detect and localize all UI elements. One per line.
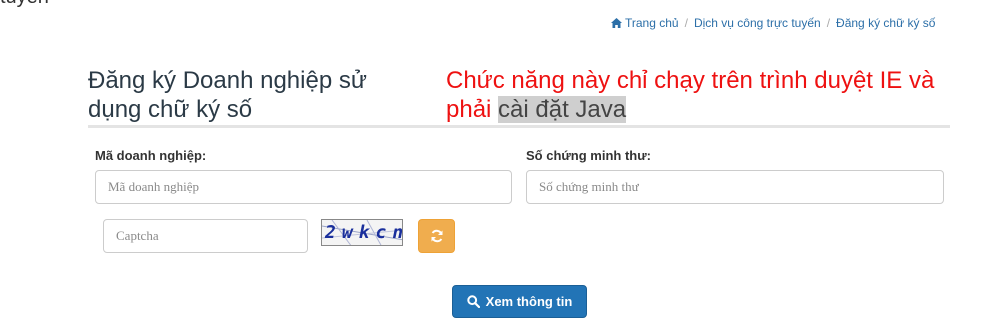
warning-highlight: cài đặt Java <box>498 96 627 123</box>
refresh-icon <box>431 229 442 243</box>
breadcrumb-separator: / <box>684 16 688 30</box>
business-code-label: Mã doanh nghiệp: <box>95 148 207 163</box>
breadcrumb: Trang chủ / Dịch vụ công trực tuyến / Đă… <box>611 16 935 30</box>
view-info-button[interactable]: Xem thông tin <box>452 285 587 318</box>
breadcrumb-services-link[interactable]: Dịch vụ công trực tuyến <box>694 16 821 30</box>
breadcrumb-current-link[interactable]: Đăng ký chữ ký số <box>836 16 935 30</box>
breadcrumb-separator: / <box>826 16 831 30</box>
id-number-input[interactable] <box>526 170 944 204</box>
clipped-heading-fragment: tuyến <box>0 0 49 9</box>
home-icon <box>611 18 622 28</box>
captcha-input[interactable] <box>103 219 308 253</box>
page-title: Đăng ký Doanh nghiệp sử dụng chữ ký số <box>88 67 367 123</box>
view-info-label: Xem thông tin <box>485 294 573 309</box>
refresh-captcha-button[interactable] <box>418 219 455 253</box>
id-number-label: Số chứng minh thư: <box>526 148 651 163</box>
java-warning: Chức năng này chỉ chạy trên trình duyệt … <box>446 66 966 124</box>
captcha-image: 2wkcn <box>321 219 403 246</box>
breadcrumb-home-link[interactable]: Trang chủ <box>625 16 679 30</box>
search-icon <box>466 295 480 308</box>
captcha-text: 2wkcn <box>325 222 403 243</box>
title-divider <box>88 125 950 128</box>
business-code-input[interactable] <box>95 170 512 204</box>
